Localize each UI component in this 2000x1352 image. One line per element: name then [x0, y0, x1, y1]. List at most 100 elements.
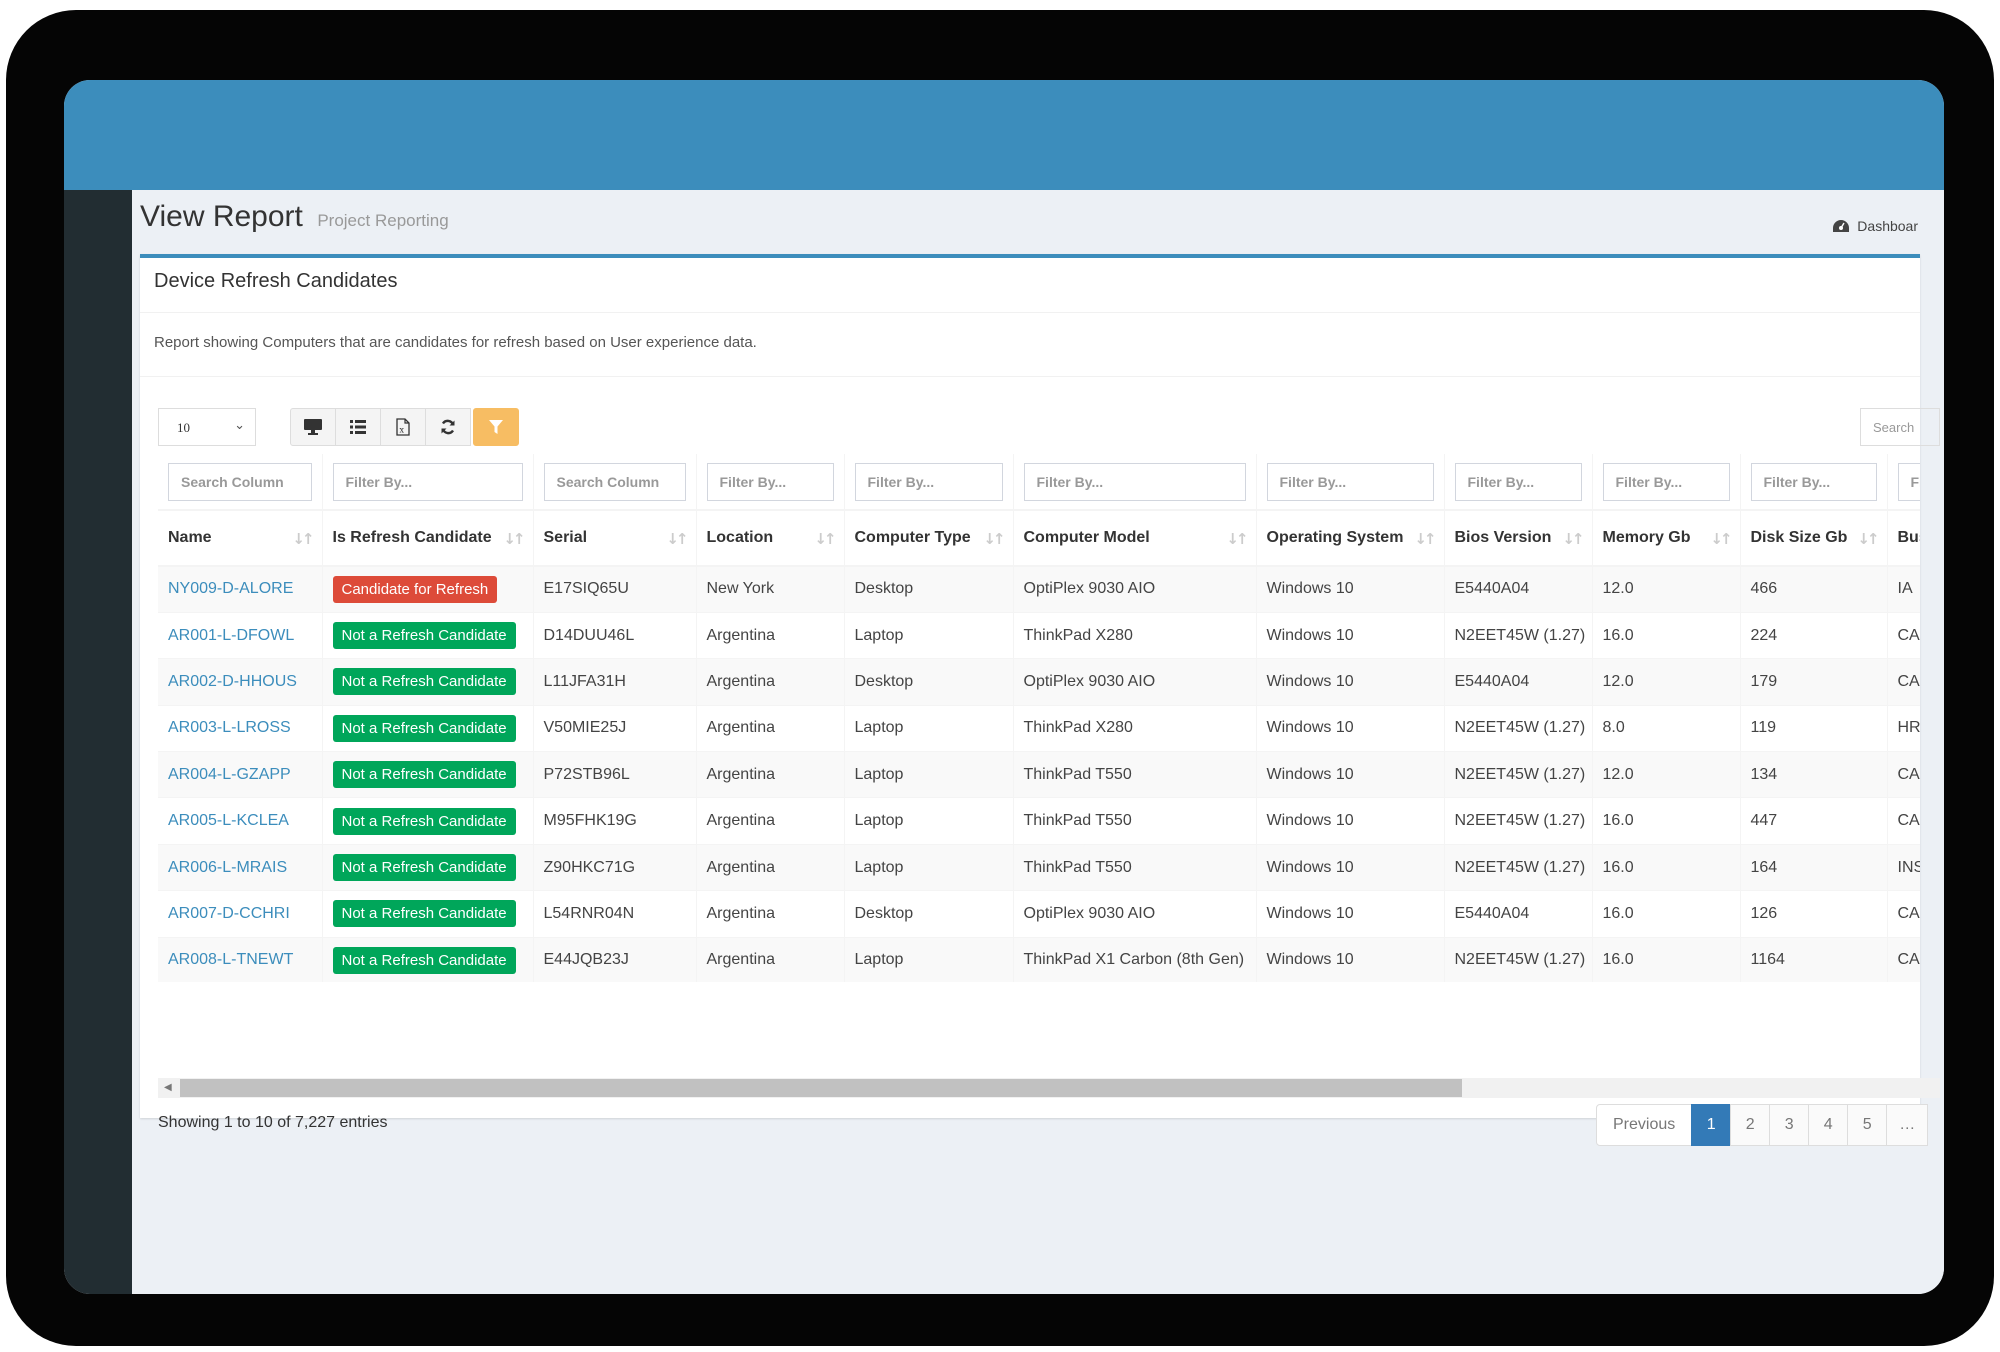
table-row: AR007-D-CCHRI Not a Refresh Candidate L54R… — [158, 890, 1920, 938]
desktop-icon — [304, 419, 322, 435]
cell-value: OptiPlex 9030 AIO — [1023, 904, 1156, 922]
global-search-input[interactable]: Search — [1860, 408, 1940, 446]
column-filter-input[interactable]: Filter By... — [1750, 462, 1877, 501]
scroll-left-icon[interactable]: ◀ — [164, 1082, 172, 1093]
cell-type: Laptop — [844, 797, 1014, 845]
column-header[interactable]: Location ↓↑ — [696, 510, 845, 567]
column-header[interactable]: Business Unit — [1887, 510, 1920, 567]
cell-model: ThinkPad T550 — [1013, 797, 1257, 845]
column-filter-input[interactable]: Search Column — [168, 462, 312, 501]
cell-name: AR003-L-LROSS — [158, 704, 323, 752]
page-button[interactable]: 4 — [1808, 1104, 1849, 1146]
column-header[interactable]: Memory Gb ↓↑ — [1592, 510, 1741, 567]
device-name-link[interactable]: AR007-D-CCHRI — [168, 905, 290, 922]
cell-value: Laptop — [854, 626, 904, 644]
cell-model: ThinkPad X280 — [1013, 704, 1257, 752]
device-name-link[interactable]: AR006-L-MRAIS — [168, 859, 287, 876]
cell-value: Windows 10 — [1266, 904, 1354, 922]
cell-value: Laptop — [854, 765, 904, 783]
column-filter-input[interactable]: Search Column — [543, 462, 686, 501]
sort-icon[interactable]: ↓↑ — [666, 530, 688, 548]
cell-name: AR007-D-CCHRI — [158, 890, 323, 938]
device-name-link[interactable]: AR002-D-HHOUS — [168, 673, 297, 690]
horizontal-scrollbar[interactable]: ◀ — [158, 1078, 1940, 1098]
sort-icon[interactable]: ↓↑ — [1226, 530, 1248, 548]
column-filter-input[interactable]: Filter By... — [1266, 462, 1434, 501]
cell-disk: 179 — [1740, 658, 1888, 706]
cell-bios: N2EET45W (1.27) — [1444, 611, 1593, 659]
sort-icon[interactable]: ↓↑ — [292, 530, 314, 548]
column-filter-input[interactable]: Filter By... — [1602, 462, 1730, 501]
page-length-select[interactable]: 10 ⌄ — [158, 408, 256, 446]
cell-bios: N2EET45W (1.27) — [1444, 751, 1593, 798]
device-name-link[interactable]: AR008-L-TNEWT — [168, 951, 293, 968]
toggle-filters-button[interactable] — [473, 408, 519, 446]
previous-page-button[interactable]: Previous — [1596, 1104, 1693, 1146]
cell-value: Windows 10 — [1266, 719, 1354, 737]
sort-icon[interactable]: ↓↑ — [983, 530, 1005, 548]
column-filter-input[interactable]: Filter By... — [1897, 462, 1920, 501]
cell-value: Windows 10 — [1266, 672, 1354, 690]
column-filter-input[interactable]: Filter By... — [1454, 462, 1582, 501]
device-name-link[interactable]: AR003-L-LROSS — [168, 719, 291, 736]
column-header[interactable]: Disk Size Gb ↓↑ — [1740, 510, 1888, 567]
column-header-label: Name — [168, 529, 212, 546]
column-header[interactable]: Computer Model ↓↑ — [1013, 510, 1257, 567]
cell-type: Desktop — [844, 658, 1014, 706]
sort-icon[interactable]: ↓↑ — [1414, 530, 1436, 548]
cell-value: Argentina — [706, 626, 776, 644]
cell-value: OptiPlex 9030 AIO — [1023, 672, 1156, 690]
cell-serial: Z90HKC71G — [533, 843, 697, 891]
column-header[interactable]: Is Refresh Candidate ↓↑ — [322, 510, 534, 567]
cell-value: OptiPlex 9030 AIO — [1023, 580, 1156, 598]
pagination-ellipsis[interactable]: … — [1886, 1104, 1929, 1146]
sort-icon[interactable]: ↓↑ — [1857, 530, 1879, 548]
cell-serial: P72STB96L — [533, 751, 697, 798]
sort-icon[interactable]: ↓↑ — [1710, 530, 1732, 548]
cell-model: OptiPlex 9030 AIO — [1013, 890, 1257, 938]
cell-value: HR — [1897, 719, 1921, 737]
scrollbar-thumb[interactable] — [180, 1079, 1462, 1097]
column-visibility-button[interactable] — [290, 408, 336, 446]
page-button[interactable]: 2 — [1730, 1104, 1771, 1146]
device-name-link[interactable]: AR001-L-DFOWL — [168, 627, 294, 644]
breadcrumb-dashboard[interactable]: Dashboar — [1833, 218, 1918, 234]
column-filter-input[interactable]: Filter By... — [332, 462, 523, 501]
cell-value: CAC — [1897, 765, 1921, 783]
sort-icon[interactable]: ↓↑ — [814, 530, 836, 548]
cell-model: OptiPlex 9030 AIO — [1013, 658, 1257, 706]
cell-name: AR002-D-HHOUS — [158, 658, 323, 706]
page-button[interactable]: 3 — [1769, 1104, 1810, 1146]
column-header[interactable]: Bios Version ↓↑ — [1444, 510, 1593, 567]
cell-memory: 16.0 — [1592, 936, 1741, 982]
column-filter-input[interactable]: Filter By... — [1023, 462, 1246, 501]
sort-icon[interactable]: ↓↑ — [503, 530, 525, 548]
cell-value: Desktop — [854, 580, 914, 598]
column-header[interactable]: Operating System ↓↑ — [1256, 510, 1445, 567]
column-header[interactable]: Serial ↓↑ — [533, 510, 697, 567]
filter-cell: Filter By... — [1256, 454, 1445, 511]
cell-memory: 12.0 — [1592, 751, 1741, 798]
sort-icon[interactable]: ↓↑ — [1562, 530, 1584, 548]
cell-os: Windows 10 — [1256, 658, 1445, 706]
device-name-link[interactable]: AR004-L-GZAPP — [168, 766, 291, 783]
column-filter-input[interactable]: Filter By... — [854, 462, 1003, 501]
export-excel-button[interactable]: x — [380, 408, 426, 446]
column-header[interactable]: Computer Type ↓↑ — [844, 510, 1014, 567]
cell-status: Not a Refresh Candidate — [322, 890, 534, 938]
device-name-link[interactable]: AR005-L-KCLEA — [168, 812, 289, 829]
device-name-link[interactable]: NY009-D-ALORE — [168, 580, 293, 597]
reload-button[interactable] — [425, 408, 471, 446]
cell-disk: 164 — [1740, 843, 1888, 891]
cell-location: Argentina — [696, 751, 845, 798]
cell-bios: E5440A04 — [1444, 658, 1593, 706]
cell-value: Argentina — [706, 765, 776, 783]
list-view-button[interactable] — [335, 408, 381, 446]
column-header-label: Disk Size Gb — [1750, 529, 1848, 546]
column-filter-input[interactable]: Filter By... — [706, 462, 834, 501]
page-button[interactable]: 5 — [1847, 1104, 1888, 1146]
cell-bios: E5440A04 — [1444, 890, 1593, 938]
page-button[interactable]: 1 — [1691, 1104, 1732, 1146]
column-header[interactable]: Name ↓↑ — [158, 510, 323, 567]
cell-value: L11JFA31H — [543, 672, 626, 690]
